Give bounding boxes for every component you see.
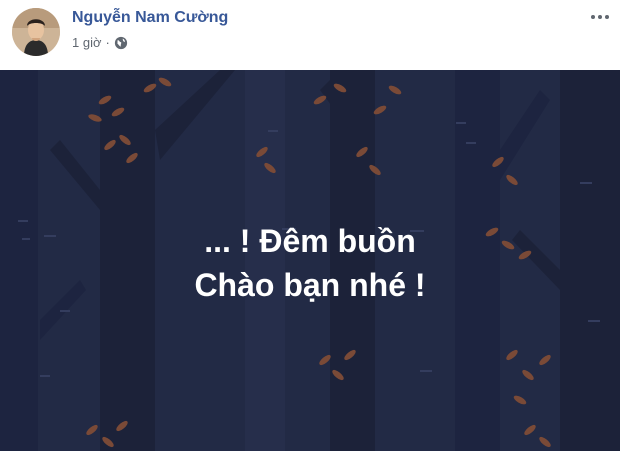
- globe-icon[interactable]: [114, 36, 128, 50]
- meta-separator: ·: [105, 35, 110, 50]
- avatar-image: [12, 8, 60, 56]
- post-options-button[interactable]: [588, 8, 612, 26]
- post-status-text: ... ! Đêm buồn Chào bạn nhé !: [0, 70, 620, 451]
- ellipsis-icon-dot: [605, 15, 609, 19]
- avatar[interactable]: [12, 8, 60, 56]
- post-text-line-2: Chào bạn nhé !: [194, 266, 426, 303]
- ellipsis-icon-dot: [598, 15, 602, 19]
- post-timestamp[interactable]: 1 giờ: [72, 35, 102, 50]
- post-meta: 1 giờ ·: [72, 35, 128, 50]
- post-background: ... ! Đêm buồn Chào bạn nhé !: [0, 70, 620, 451]
- author-name-link[interactable]: Nguyễn Nam Cường: [72, 9, 228, 27]
- ellipsis-icon-dot: [591, 15, 595, 19]
- post-text-line-1: ... ! Đêm buồn: [204, 222, 416, 259]
- post-header: Nguyễn Nam Cường 1 giờ ·: [0, 0, 620, 70]
